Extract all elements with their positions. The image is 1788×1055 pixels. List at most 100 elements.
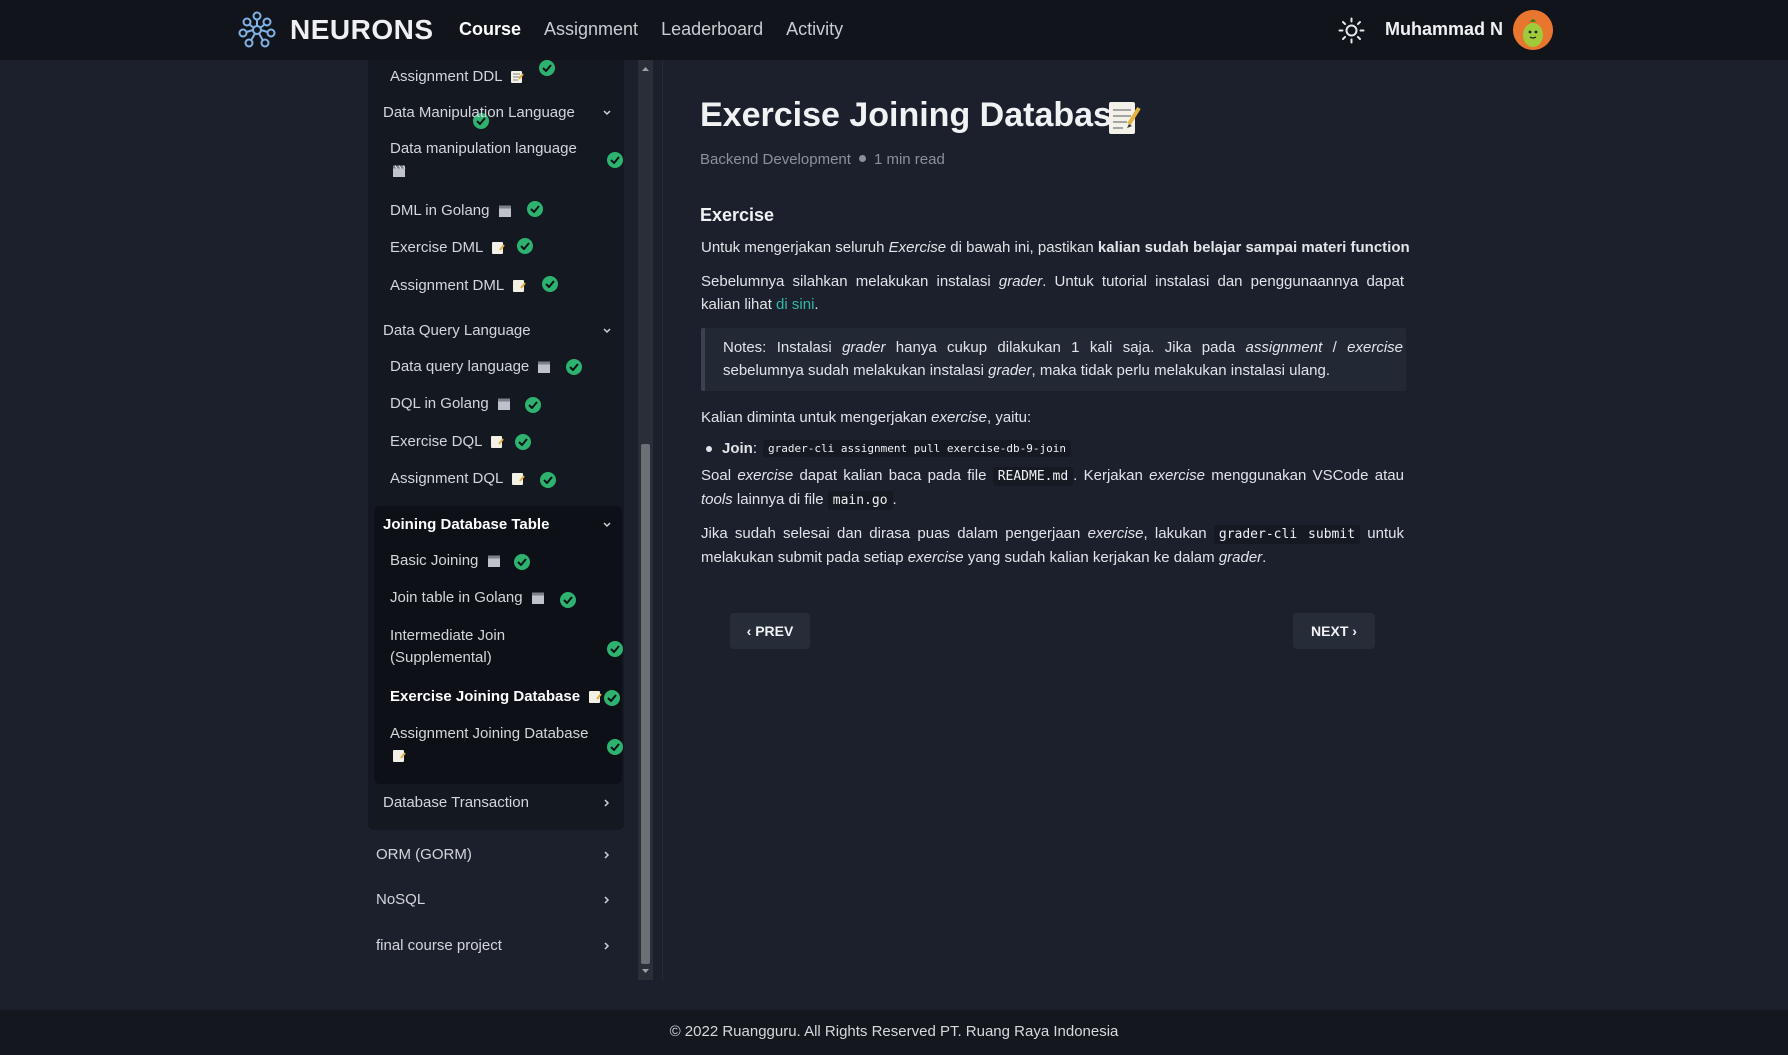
sidebar-item-label: Data query language — [390, 358, 530, 375]
paragraph-task: Kalian diminta untuk mengerjakan exercis… — [701, 409, 1032, 426]
sidebar-item-label: Data manipulation language — [390, 140, 577, 157]
check-icon — [515, 434, 531, 450]
sidebar-item-join-5[interactable]: Assignment Joining Database — [390, 723, 588, 767]
chevron-right-icon[interactable] — [600, 893, 614, 907]
sidebar-item-dml-2[interactable]: DML in Golang — [390, 200, 512, 222]
footer: © 2022 Ruangguru. All Rights Reserved PT… — [0, 1010, 1788, 1055]
check-icon — [540, 472, 556, 488]
content-divider — [662, 60, 663, 980]
paragraph-intro: Untuk mengerjakan seluruh Exercise di ba… — [701, 239, 1410, 256]
sidebar-item-assignment-ddl[interactable]: Assignment DDL — [390, 66, 524, 88]
sidebar-item-dql-2[interactable]: DQL in Golang — [390, 393, 511, 415]
sidebar-item-label: DQL in Golang — [390, 395, 489, 412]
sidebar-item-dql-1[interactable]: Data query language — [390, 356, 551, 378]
readme-code: README.md — [992, 467, 1074, 486]
sidebar-head-transaction[interactable]: Database Transaction — [383, 794, 529, 811]
pull-command-code[interactable]: grader-cli assignment pull exercise-db-9… — [763, 440, 1072, 457]
check-icon — [539, 60, 555, 76]
article-category[interactable]: Backend Development — [700, 151, 851, 168]
install-tutorial-link[interactable]: di sini — [776, 296, 814, 313]
check-icon — [517, 238, 533, 254]
sidebar-head-dql[interactable]: Data Query Language — [383, 322, 531, 339]
check-icon — [542, 276, 558, 292]
check-icon — [525, 397, 541, 413]
main-nav: Course Assignment Leaderboard Activity — [459, 19, 866, 40]
course-sidebar: Assignment DDL Data Manipulation Languag… — [368, 60, 624, 980]
prev-button[interactable]: ‹ PREV — [730, 613, 810, 649]
nav-course[interactable]: Course — [459, 19, 521, 40]
list-item: Join: grader-cli assignment pull exercise… — [706, 440, 1072, 457]
sidebar-head-joining[interactable]: Joining Database Table — [383, 516, 549, 533]
top-navbar: NEURONS Course Assignment Leaderboard Ac… — [0, 0, 1788, 60]
chevron-down-icon[interactable] — [600, 518, 614, 532]
sun-icon[interactable] — [1338, 17, 1365, 44]
check-icon — [514, 554, 530, 570]
username[interactable]: Muhammad N — [1385, 19, 1503, 40]
sidebar-item-label: Assignment DDL — [390, 68, 502, 85]
check-icon — [560, 592, 576, 608]
main-go-code: main.go — [827, 491, 893, 510]
note-blockquote: Notes: Instalasi grader hanya cukup dila… — [701, 328, 1406, 391]
brand-logo[interactable]: NEURONS — [238, 10, 434, 50]
sidebar-section-orm[interactable]: ORM (GORM) — [376, 846, 472, 863]
nav-leaderboard[interactable]: Leaderboard — [661, 19, 763, 40]
memo-icon — [511, 71, 524, 84]
sidebar-item-join-4[interactable]: Exercise Joining Database — [390, 686, 603, 708]
neurons-logo-icon — [238, 11, 276, 48]
check-icon — [607, 152, 623, 168]
sidebar-item-label: Join table in Golang — [390, 589, 523, 606]
chevron-right-icon[interactable] — [600, 848, 614, 862]
video-icon — [393, 165, 406, 178]
sidebar-item-dql-3[interactable]: Exercise DQL — [390, 431, 504, 453]
memo-icon — [1109, 102, 1141, 134]
memo-icon — [491, 436, 504, 449]
scroll-up-arrow-icon[interactable] — [641, 64, 650, 73]
sidebar-item-dql-4[interactable]: Assignment DQL — [390, 468, 525, 490]
avatar[interactable] — [1513, 10, 1553, 50]
memo-icon — [512, 280, 526, 293]
sidebar-item-dml-3[interactable]: Exercise DML — [390, 237, 505, 259]
read-time: 1 min read — [873, 151, 945, 168]
avatar-image — [1513, 10, 1553, 50]
memo-icon — [589, 691, 603, 704]
sidebar-item-join-1[interactable]: Basic Joining — [390, 550, 501, 572]
chevron-down-icon[interactable] — [600, 106, 614, 120]
page-title: Exercise Joining Database — [700, 96, 1131, 134]
chevron-right-icon[interactable] — [600, 939, 614, 953]
check-icon — [566, 359, 582, 375]
scroll-down-arrow-icon[interactable] — [641, 967, 650, 976]
paragraph-readme: Soal exercise dapat kalian baca pada fil… — [701, 467, 1404, 510]
check-icon — [604, 690, 620, 706]
brand-name: NEURONS — [290, 14, 434, 45]
sidebar-item-join-2[interactable]: Join table in Golang — [390, 587, 545, 609]
sidebar-item-label: Exercise Joining Database — [390, 688, 581, 705]
video-icon — [538, 361, 551, 374]
video-icon — [531, 592, 544, 605]
check-icon — [527, 201, 543, 217]
submit-command-code[interactable]: grader-cli submit — [1213, 525, 1361, 544]
sidebar-item-dml-4[interactable]: Assignment DML — [390, 275, 526, 297]
video-icon — [498, 205, 511, 218]
sidebar-item-label: Assignment DQL — [390, 470, 503, 487]
sidebar-item-label: Assignment DML — [390, 277, 504, 294]
memo-icon — [491, 242, 505, 255]
next-button[interactable]: NEXT › — [1293, 613, 1375, 649]
sidebar-item-label: Basic Joining — [390, 552, 479, 569]
footer-copyright: © 2022 Ruangguru. All Rights Reserved PT… — [669, 1023, 1119, 1040]
sidebar-item-join-3[interactable]: Intermediate Join (Supplemental) — [390, 625, 540, 669]
sidebar-item-label: Exercise DML — [390, 239, 483, 256]
article-meta: Backend Development 1 min read — [700, 151, 945, 168]
nav-activity[interactable]: Activity — [786, 19, 843, 40]
sidebar-section-final-project[interactable]: final course project — [376, 937, 502, 954]
memo-icon — [512, 473, 525, 486]
section-heading: Exercise — [700, 205, 775, 225]
sidebar-section-nosql[interactable]: NoSQL — [376, 891, 425, 908]
chevron-right-icon[interactable] — [600, 796, 614, 810]
sidebar-scrollbar-thumb[interactable] — [641, 444, 650, 964]
nav-assignment[interactable]: Assignment — [544, 19, 638, 40]
sidebar-item-dml-1[interactable]: Data manipulation language — [390, 138, 577, 182]
video-icon — [497, 398, 510, 411]
note-text: Notes: Instalasi grader hanya cukup dila… — [723, 339, 1403, 379]
sidebar-head-dml[interactable]: Data Manipulation Language — [383, 104, 575, 121]
chevron-down-icon[interactable] — [600, 324, 614, 338]
